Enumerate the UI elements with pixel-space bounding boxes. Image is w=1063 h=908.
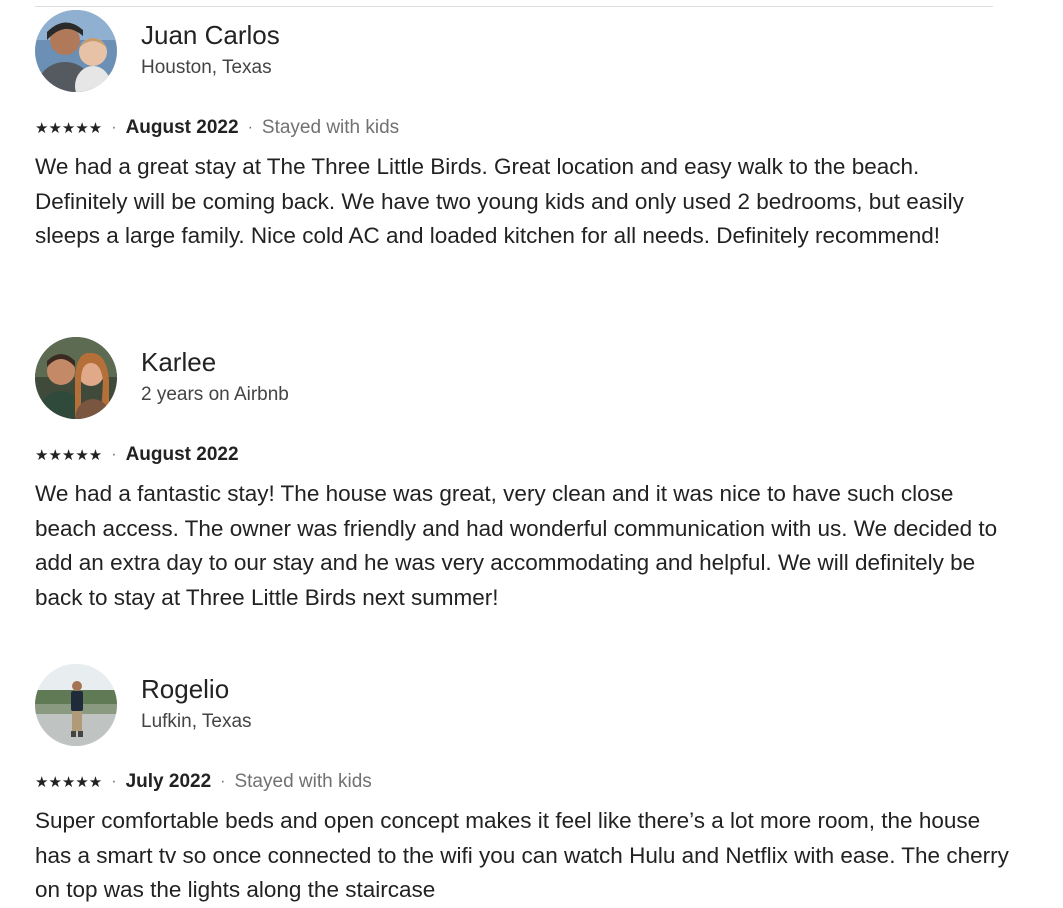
star-rating: ★★★★★ <box>35 773 103 791</box>
separator-dot: · <box>220 773 226 790</box>
review-text: We had a great stay at The Three Little … <box>35 154 964 248</box>
review-card: Karlee 2 years on Airbnb ★★★★★ · August … <box>35 337 1010 615</box>
star-rating: ★★★★★ <box>35 446 103 464</box>
avatar[interactable] <box>35 664 117 746</box>
reviewer-name: Rogelio <box>141 674 230 704</box>
review-card: Juan Carlos Houston, Texas ★★★★★ · Augus… <box>35 10 1010 254</box>
review-meta: ★★★★★ · July 2022 · Stayed with kids <box>35 768 1010 796</box>
review-date: August 2022 <box>125 117 239 138</box>
review-date: August 2022 <box>125 444 239 465</box>
reviewer-name: Karlee <box>141 347 217 377</box>
reviewer-tenure: 2 years on Airbnb <box>141 384 289 405</box>
avatar[interactable] <box>35 337 117 419</box>
review-text: Super comfortable beds and open concept … <box>35 808 1009 902</box>
review-meta: ★★★★★ · August 2022 <box>35 441 1010 469</box>
separator-dot: · <box>111 119 117 136</box>
reviewer-header: Rogelio Lufkin, Texas <box>35 664 1010 746</box>
separator-dot: · <box>111 773 117 790</box>
reviewer-location: Lufkin, Texas <box>141 711 252 732</box>
separator-dot: · <box>247 119 253 136</box>
reviewer-header: Juan Carlos Houston, Texas <box>35 10 1010 92</box>
reviewer-name: Juan Carlos <box>141 20 280 50</box>
top-divider <box>35 6 993 7</box>
review-date: July 2022 <box>125 771 212 792</box>
star-rating: ★★★★★ <box>35 119 103 137</box>
review-text: We had a fantastic stay! The house was g… <box>35 481 998 610</box>
reviewer-location: Houston, Texas <box>141 57 272 78</box>
trip-type: Stayed with kids <box>261 117 400 138</box>
review-card: Rogelio Lufkin, Texas ★★★★★ · July 2022 … <box>35 664 1010 908</box>
trip-type: Stayed with kids <box>234 771 372 792</box>
separator-dot: · <box>111 446 117 463</box>
review-meta: ★★★★★ · August 2022 · Stayed with kids <box>35 114 1010 142</box>
avatar[interactable] <box>35 10 117 92</box>
reviewer-header: Karlee 2 years on Airbnb <box>35 337 1010 419</box>
